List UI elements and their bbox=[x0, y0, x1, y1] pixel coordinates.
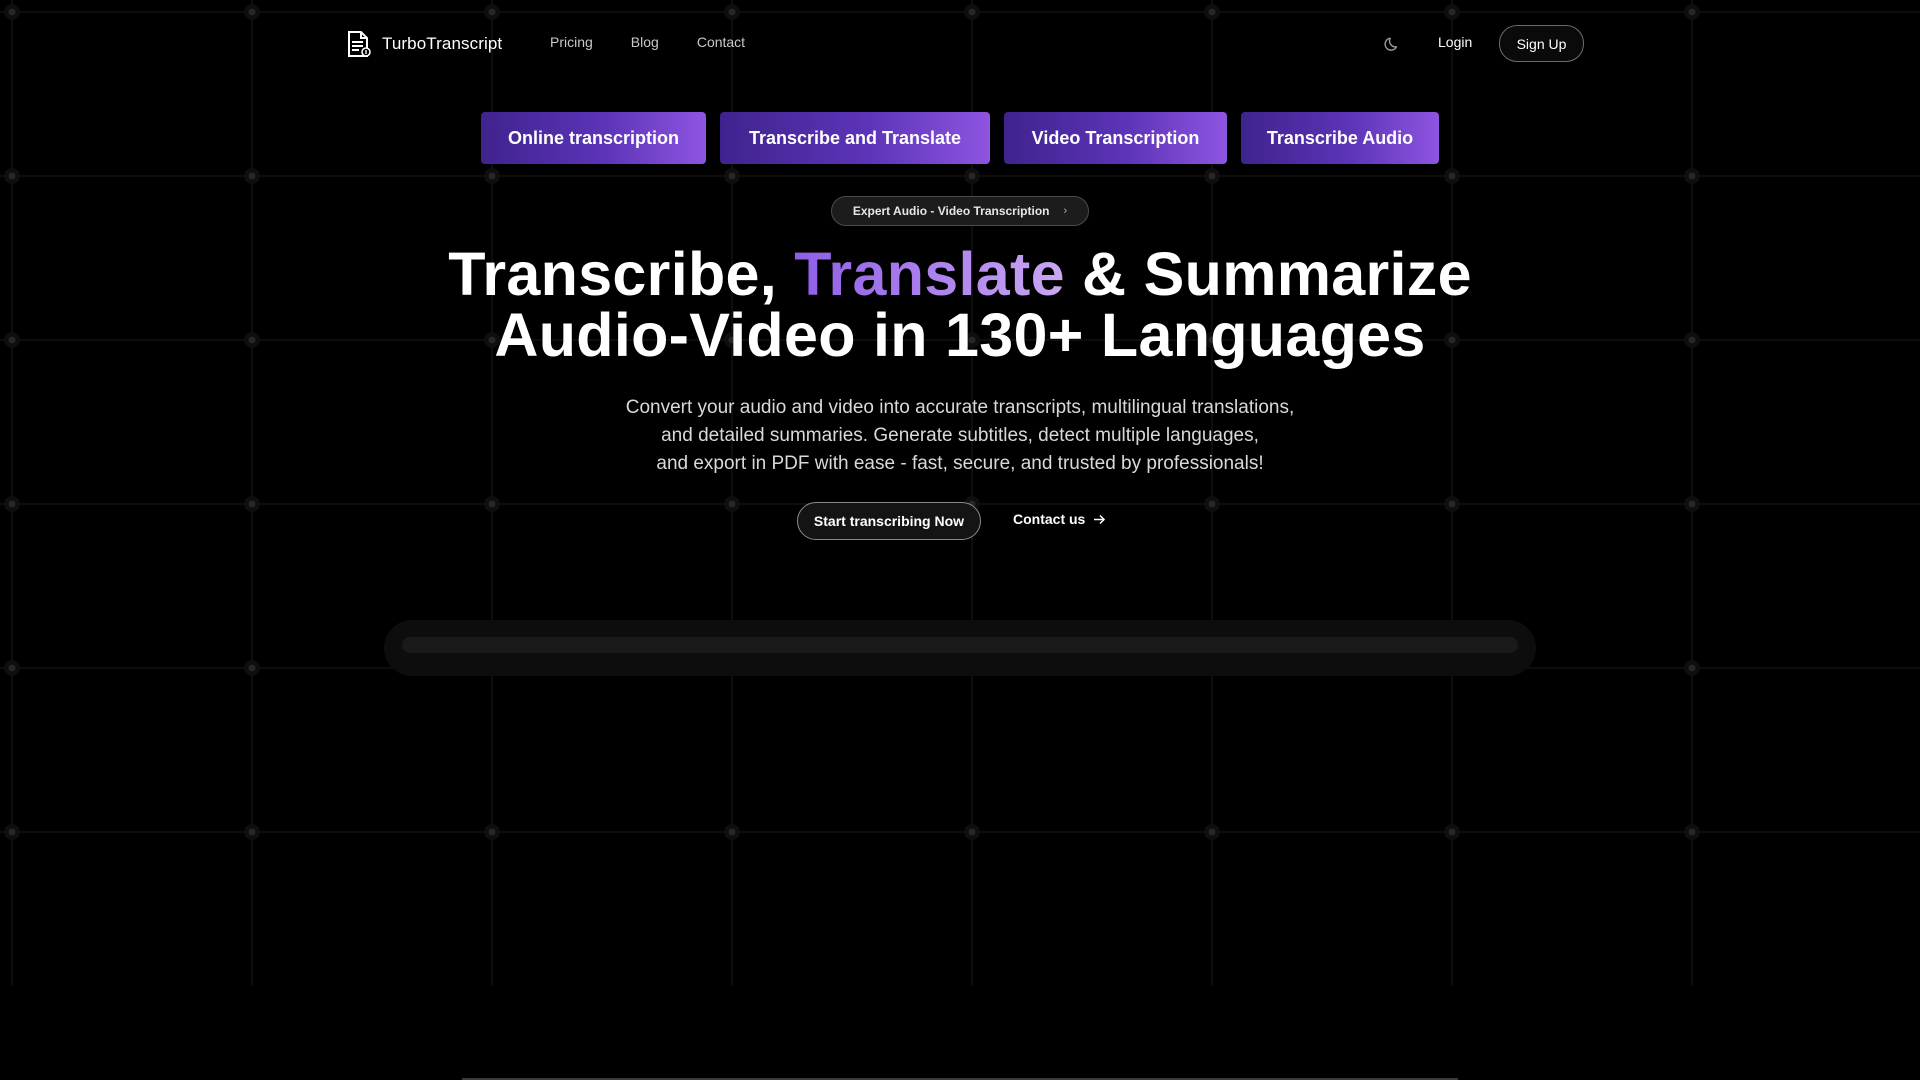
arrow-right-icon bbox=[1094, 514, 1106, 524]
hero-subtitle-line1: Convert your audio and video into accura… bbox=[625, 397, 1295, 418]
feature-buttons: Online transcription Transcribe and Tran… bbox=[0, 112, 1920, 164]
hero-title-part1: Transcribe, bbox=[448, 240, 795, 308]
online-transcription-button[interactable]: Online transcription bbox=[481, 112, 706, 164]
hero-title-line2: Audio-Video in 130+ Languages bbox=[494, 301, 1426, 369]
video-transcription-button[interactable]: Video Transcription bbox=[1004, 112, 1227, 164]
hero-subtitle-line3: and export in PDF with ease - fast, secu… bbox=[656, 453, 1264, 474]
brand[interactable]: TurboTranscript bbox=[344, 30, 502, 58]
contact-us-link[interactable]: Contact us bbox=[1013, 511, 1106, 527]
chevron-right-icon: › bbox=[1063, 205, 1068, 217]
hero-subtitle-line2: and detailed summaries. Generate subtitl… bbox=[661, 425, 1259, 446]
nav-links: Pricing Blog Contact bbox=[550, 34, 745, 50]
document-icon bbox=[348, 31, 371, 57]
nav-link-contact[interactable]: Contact bbox=[697, 34, 745, 50]
top-navigation: TurboTranscript Pricing Blog Contact Log… bbox=[0, 0, 1920, 88]
moon-icon[interactable] bbox=[1384, 34, 1402, 52]
badge-label: Expert Audio - Video Transcription bbox=[852, 204, 1050, 218]
hero-title-part2: & Summarize bbox=[1064, 240, 1472, 308]
announcement-badge[interactable]: Expert Audio - Video Transcription › bbox=[831, 196, 1089, 226]
signup-button[interactable]: Sign Up bbox=[1499, 25, 1584, 62]
page: TurboTranscript Pricing Blog Contact Log… bbox=[0, 0, 1920, 1080]
hero-title-accent: Translate bbox=[794, 240, 1065, 308]
hero-subtitle: Convert your audio and video into accura… bbox=[0, 394, 1920, 478]
nav-link-pricing[interactable]: Pricing bbox=[550, 34, 593, 50]
login-link[interactable]: Login bbox=[1438, 34, 1472, 50]
transcribe-and-translate-button[interactable]: Transcribe and Translate bbox=[720, 112, 990, 164]
brand-name: TurboTranscript bbox=[382, 34, 503, 53]
contact-us-label: Contact us bbox=[1013, 511, 1086, 527]
nav-link-blog[interactable]: Blog bbox=[631, 34, 659, 50]
start-transcribing-button[interactable]: Start transcribing Now bbox=[797, 502, 981, 540]
hero-title: Transcribe, Translate & Summarize Audio-… bbox=[0, 244, 1920, 366]
preview-frame-inner bbox=[402, 637, 1518, 653]
transcribe-audio-button[interactable]: Transcribe Audio bbox=[1241, 112, 1439, 164]
